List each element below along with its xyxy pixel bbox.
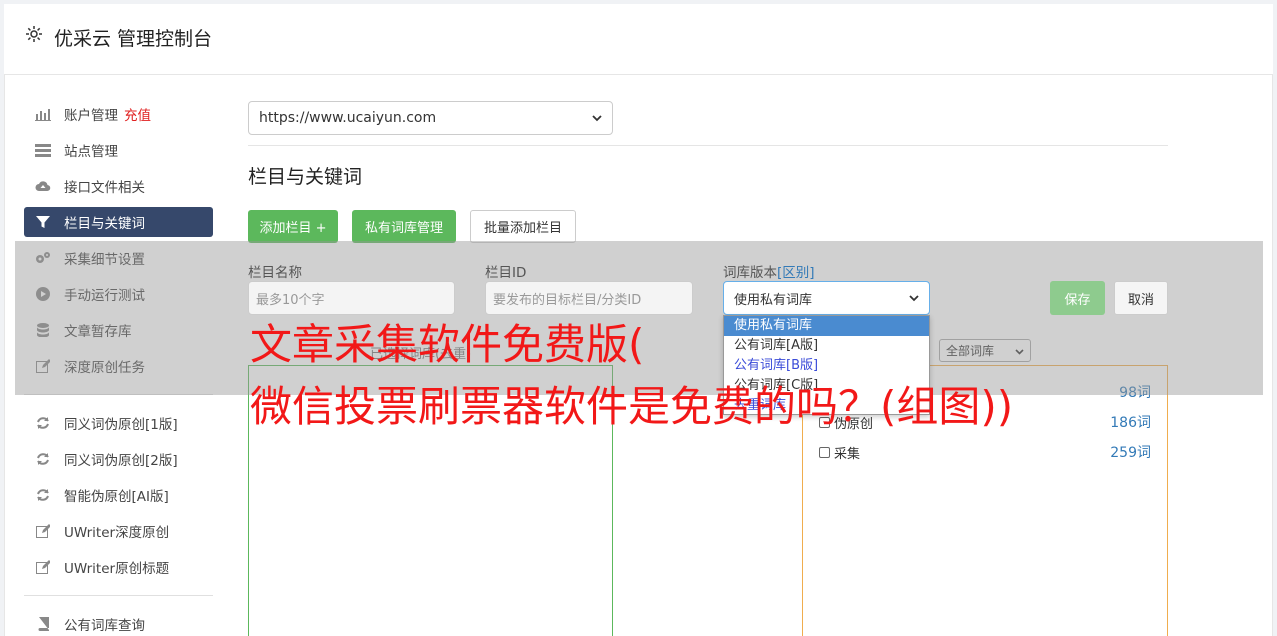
recharge-link[interactable]: 充值 xyxy=(124,104,151,124)
edit-icon xyxy=(35,559,51,575)
sidebar-item-label: 同义词伪原创[1版] xyxy=(64,417,178,433)
dropdown-option[interactable]: 公有词库[A版] xyxy=(724,336,929,356)
version-diff-link[interactable]: [区别] xyxy=(777,265,815,281)
sidebar-item-sites[interactable]: 站点管理 xyxy=(24,135,213,165)
sidebar-item-label: 栏目与关键词 xyxy=(64,216,145,232)
lib-name: 采集 xyxy=(834,446,861,462)
sidebar-item-synonym-v2[interactable]: 同义词伪原创[2版] xyxy=(24,444,213,474)
version-label-text: 词库版本 xyxy=(723,265,777,281)
app-title: 优采云 管理控制台 xyxy=(54,28,213,50)
chevron-down-icon xyxy=(909,291,919,306)
sidebar-item-label: UWriter深度原创 xyxy=(64,525,170,541)
sidebar-item-synonym-v1[interactable]: 同义词伪原创[1版] xyxy=(24,408,213,438)
column-name-label: 栏目名称 xyxy=(248,265,302,281)
gear-icon xyxy=(24,24,44,44)
sidebar-item-ai-rewrite[interactable]: 智能伪原创[AI版] xyxy=(24,480,213,510)
sidebar-item-label: UWriter原创标题 xyxy=(64,561,170,577)
checkbox[interactable] xyxy=(819,446,830,458)
header: 优采云 管理控制台 xyxy=(4,4,1273,75)
column-id-input[interactable]: 要发布的目标栏目/分类ID xyxy=(485,281,693,315)
sidebar-item-account[interactable]: 账户管理 充值 xyxy=(24,99,213,129)
sidebar-item-uwriter-deep[interactable]: UWriter深度原创 xyxy=(24,516,213,546)
version-select-value: 使用私有词库 xyxy=(734,292,813,308)
sidebar-divider xyxy=(24,595,213,596)
batch-add-button[interactable]: 批量添加栏目 xyxy=(470,210,576,243)
chevron-down-icon xyxy=(592,110,602,126)
sidebar-item-label: 公有词库查询 xyxy=(64,618,145,634)
save-button[interactable]: 保存 xyxy=(1050,281,1105,315)
lib-row[interactable]: 采集 259词 xyxy=(819,442,1151,462)
sidebar-item-label: 接口文件相关 xyxy=(64,180,145,196)
filter-icon xyxy=(35,214,51,230)
sidebar-item-columns[interactable]: 栏目与关键词 xyxy=(24,207,213,237)
watermark-line-1: 文章采集软件免费版( xyxy=(250,320,645,369)
site-select-value: https://www.ucaiyun.com xyxy=(259,110,437,126)
server-icon xyxy=(35,142,51,158)
sidebar-item-label: 站点管理 xyxy=(64,144,118,160)
site-select[interactable]: https://www.ucaiyun.com xyxy=(248,101,613,135)
add-column-button[interactable]: 添加栏目 + xyxy=(248,210,338,243)
sidebar-item-label: 同义词伪原创[2版] xyxy=(64,453,178,469)
lib-count: 186词 xyxy=(1110,415,1151,431)
private-lib-button[interactable]: 私有词库管理 xyxy=(352,210,456,243)
edit-icon xyxy=(35,523,51,539)
watermark-line-2: 微信投票刷票器软件是免费的吗？(组图)) xyxy=(250,382,1014,431)
cloud-upload-icon xyxy=(35,178,51,194)
dropdown-option[interactable]: 使用私有词库 xyxy=(724,316,929,336)
sidebar-item-interface[interactable]: 接口文件相关 xyxy=(24,171,213,201)
lib-count: 259词 xyxy=(1110,445,1151,461)
refresh-icon xyxy=(35,451,51,467)
section-title: 栏目与关键词 xyxy=(248,166,363,188)
book-icon xyxy=(35,616,51,632)
cancel-button[interactable]: 取消 xyxy=(1114,281,1168,315)
refresh-icon xyxy=(35,487,51,503)
refresh-icon xyxy=(35,415,51,431)
dropdown-option[interactable]: 公有词库[B版] xyxy=(724,356,929,376)
sidebar-item-public-lib[interactable]: 公有词库查询 xyxy=(24,609,213,636)
version-select[interactable]: 使用私有词库 xyxy=(723,281,930,315)
sidebar-item-label: 智能伪原创[AI版] xyxy=(64,489,169,505)
version-label: 词库版本[区别] xyxy=(723,261,815,281)
sidebar-item-label: 账户管理 xyxy=(64,108,118,124)
column-id-label: 栏目ID xyxy=(485,265,527,281)
bar-chart-icon xyxy=(35,106,51,122)
sidebar-item-uwriter-title[interactable]: UWriter原创标题 xyxy=(24,552,213,582)
divider xyxy=(248,145,1168,146)
column-name-input[interactable]: 最多10个字 xyxy=(248,281,455,315)
